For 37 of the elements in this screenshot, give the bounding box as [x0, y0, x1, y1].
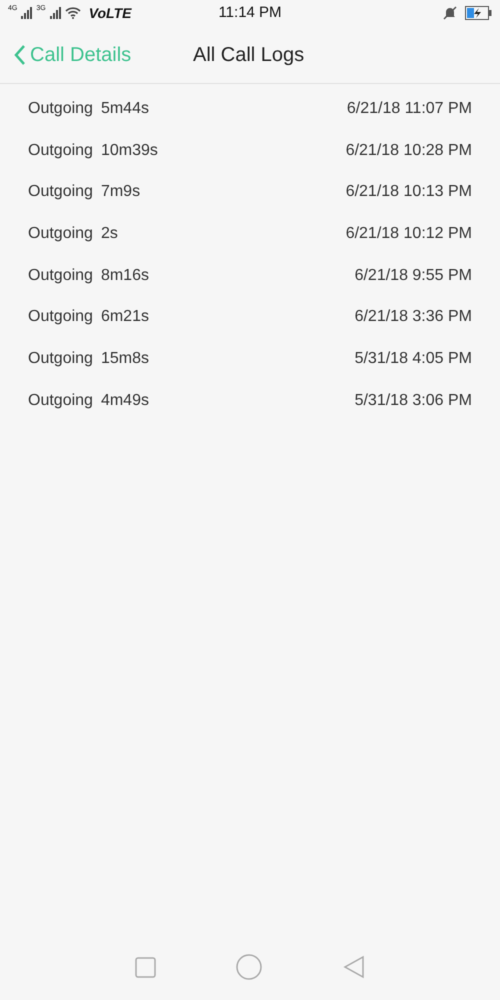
- call-time: 6/21/18 10:28 PM: [346, 140, 472, 161]
- back-button[interactable]: Call Details: [0, 40, 132, 70]
- status-time: 11:14 PM: [218, 2, 282, 23]
- back-chevron-icon: [14, 44, 26, 66]
- volte-label: VoLTE: [88, 4, 132, 22]
- call-type: Outgoing: [28, 390, 93, 411]
- call-time: 5/31/18 4:05 PM: [354, 348, 472, 369]
- recents-button[interactable]: [135, 956, 156, 978]
- call-duration: 8m16s: [100, 266, 149, 286]
- call-duration: 6m21s: [100, 307, 149, 328]
- call-type: Outgoing: [28, 307, 93, 328]
- call-duration: 4m49s: [100, 390, 149, 411]
- call-duration: 5m44s: [100, 98, 149, 119]
- call-duration: 10m39s: [100, 140, 158, 161]
- wifi-icon: [64, 7, 81, 19]
- call-type: Outgoing: [28, 98, 93, 119]
- call-type: Outgoing: [28, 224, 93, 244]
- mute-icon: [443, 6, 457, 20]
- call-type: Outgoing: [28, 266, 93, 286]
- call-time: 6/21/18 10:13 PM: [346, 182, 472, 202]
- battery-icon: [465, 6, 492, 20]
- call-time: 6/21/18 11:07 PM: [346, 98, 472, 119]
- call-time: 6/21/18 9:55 PM: [354, 266, 472, 286]
- call-duration: 7m9s: [100, 182, 140, 202]
- call-duration: 2s: [100, 224, 118, 244]
- page-title: All Call Logs: [193, 42, 304, 66]
- call-time: 6/21/18 3:36 PM: [354, 307, 472, 328]
- call-type: Outgoing: [28, 348, 93, 369]
- call-time: 6/21/18 10:12 PM: [346, 224, 472, 244]
- call-duration: 15m8s: [100, 348, 149, 369]
- call-time: 5/31/18 3:06 PM: [354, 390, 472, 411]
- signal-icon: [50, 7, 61, 19]
- home-button[interactable]: [236, 954, 262, 980]
- signal-icon: [21, 7, 32, 19]
- call-type: Outgoing: [28, 182, 93, 202]
- back-nav-button[interactable]: [342, 955, 365, 979]
- call-type: Outgoing: [28, 140, 93, 161]
